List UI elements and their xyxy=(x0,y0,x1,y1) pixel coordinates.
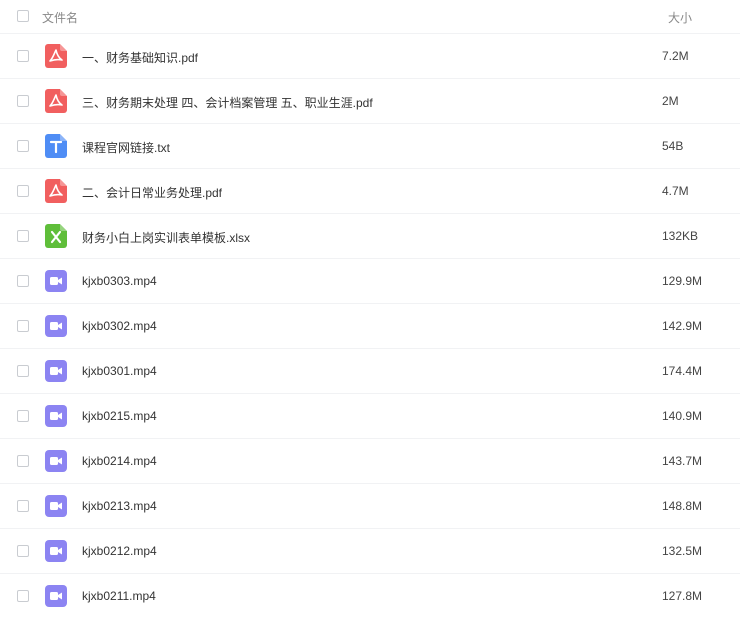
file-size: 127.8M xyxy=(662,589,703,603)
file-row-checkbox[interactable] xyxy=(17,50,29,62)
file-name[interactable]: 课程官网链接.txt xyxy=(82,139,170,156)
file-name[interactable]: kjxb0212.mp4 xyxy=(82,544,157,558)
select-all-checkbox[interactable] xyxy=(17,10,29,22)
video-icon xyxy=(45,314,67,338)
column-header-size[interactable]: 大小 xyxy=(668,9,692,26)
file-row-checkbox[interactable] xyxy=(17,185,29,197)
file-row[interactable]: kjxb0214.mp4 143.7M xyxy=(0,439,740,484)
video-icon xyxy=(45,449,67,473)
file-name[interactable]: kjxb0303.mp4 xyxy=(82,274,157,288)
file-size: 2M xyxy=(662,94,679,108)
video-icon xyxy=(45,494,67,518)
file-row[interactable]: kjxb0213.mp4 148.8M xyxy=(0,484,740,529)
file-row[interactable]: 三、财务期末处理 四、会计档案管理 五、职业生涯.pdf 2M xyxy=(0,79,740,124)
file-row-checkbox[interactable] xyxy=(17,230,29,242)
file-row-checkbox[interactable] xyxy=(17,500,29,512)
file-size: 129.9M xyxy=(662,274,703,288)
file-name[interactable]: 财务小白上岗实训表单模板.xlsx xyxy=(82,229,250,246)
file-row[interactable]: kjxb0302.mp4 142.9M xyxy=(0,304,740,349)
video-icon xyxy=(45,539,67,563)
file-row-checkbox[interactable] xyxy=(17,365,29,377)
file-name[interactable]: kjxb0214.mp4 xyxy=(82,454,157,468)
file-size: 132KB xyxy=(662,229,699,243)
file-size: 140.9M xyxy=(662,409,703,423)
file-row[interactable]: 二、会计日常业务处理.pdf 4.7M xyxy=(0,169,740,214)
video-icon xyxy=(45,269,67,293)
file-row[interactable]: 课程官网链接.txt 54B xyxy=(0,124,740,169)
file-name[interactable]: kjxb0301.mp4 xyxy=(82,364,157,378)
file-name[interactable]: 二、会计日常业务处理.pdf xyxy=(82,184,222,201)
file-row[interactable]: 财务小白上岗实训表单模板.xlsx 132KB xyxy=(0,214,740,259)
file-size: 7.2M xyxy=(662,49,689,63)
file-row[interactable]: kjxb0211.mp4 127.8M xyxy=(0,574,740,619)
file-row-checkbox[interactable] xyxy=(17,545,29,557)
file-row-checkbox[interactable] xyxy=(17,320,29,332)
file-size: 148.8M xyxy=(662,499,703,513)
xlsx-icon xyxy=(45,224,67,248)
file-row-checkbox[interactable] xyxy=(17,410,29,422)
file-name[interactable]: kjxb0215.mp4 xyxy=(82,409,157,423)
file-rows: 一、财务基础知识.pdf 7.2M 三、财务期末处理 四、会计档案管理 五、职业生涯… xyxy=(0,34,740,619)
file-size: 142.9M xyxy=(662,319,703,333)
video-icon xyxy=(45,359,67,383)
file-row-checkbox[interactable] xyxy=(17,95,29,107)
file-row-checkbox[interactable] xyxy=(17,275,29,287)
txt-icon xyxy=(45,134,67,158)
file-name[interactable]: kjxb0211.mp4 xyxy=(82,589,156,603)
pdf-icon xyxy=(45,89,67,113)
file-size: 143.7M xyxy=(662,454,703,468)
file-row[interactable]: kjxb0212.mp4 132.5M xyxy=(0,529,740,574)
column-header-name[interactable]: 文件名 xyxy=(42,9,78,26)
file-name[interactable]: kjxb0213.mp4 xyxy=(82,499,157,513)
file-size: 4.7M xyxy=(662,184,689,198)
file-row[interactable]: 一、财务基础知识.pdf 7.2M xyxy=(0,34,740,79)
file-name[interactable]: 一、财务基础知识.pdf xyxy=(82,49,198,66)
video-icon xyxy=(45,584,67,608)
file-list: 文件名 大小 一、财务基础知识.pdf 7.2M 三、财务期末处理 四、会计档案管理… xyxy=(0,0,740,619)
file-row-checkbox[interactable] xyxy=(17,590,29,602)
file-row[interactable]: kjxb0301.mp4 174.4M xyxy=(0,349,740,394)
video-icon xyxy=(45,404,67,428)
file-size: 54B xyxy=(662,139,684,153)
file-row[interactable]: kjxb0215.mp4 140.9M xyxy=(0,394,740,439)
file-size: 174.4M xyxy=(662,364,703,378)
file-size: 132.5M xyxy=(662,544,703,558)
pdf-icon xyxy=(45,179,67,203)
file-name[interactable]: 三、财务期末处理 四、会计档案管理 五、职业生涯.pdf xyxy=(82,94,373,111)
pdf-icon xyxy=(45,44,67,68)
file-row-checkbox[interactable] xyxy=(17,455,29,467)
file-name[interactable]: kjxb0302.mp4 xyxy=(82,319,157,333)
file-row-checkbox[interactable] xyxy=(17,140,29,152)
file-row[interactable]: kjxb0303.mp4 129.9M xyxy=(0,259,740,304)
file-list-header: 文件名 大小 xyxy=(0,0,740,34)
